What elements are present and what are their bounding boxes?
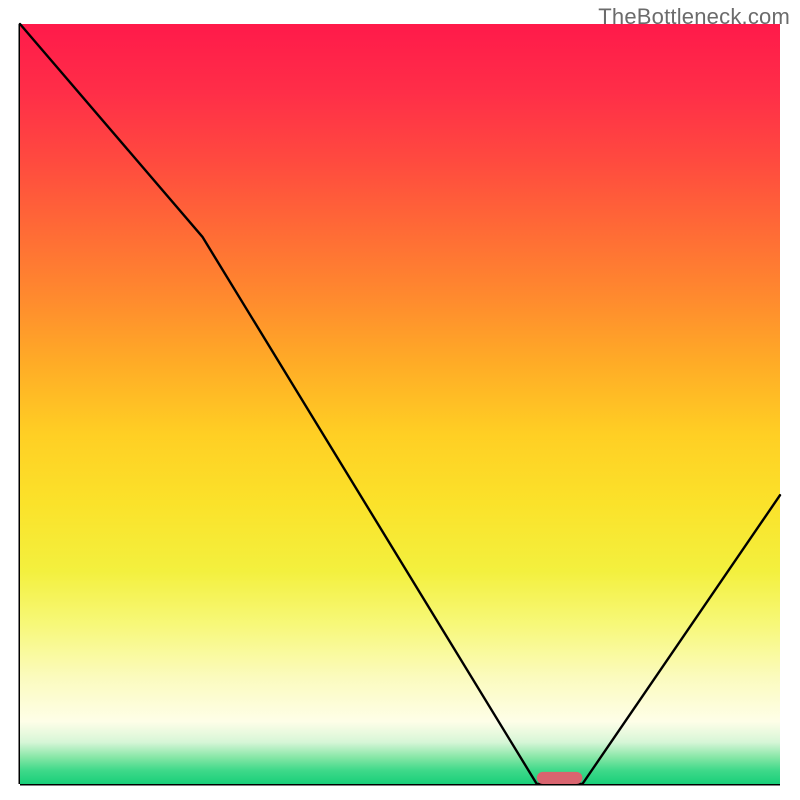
bottleneck-chart <box>0 0 800 800</box>
optimum-marker <box>537 772 583 784</box>
watermark-text: TheBottleneck.com <box>598 4 790 30</box>
plot-background <box>20 24 780 784</box>
chart-stage: TheBottleneck.com <box>0 0 800 800</box>
